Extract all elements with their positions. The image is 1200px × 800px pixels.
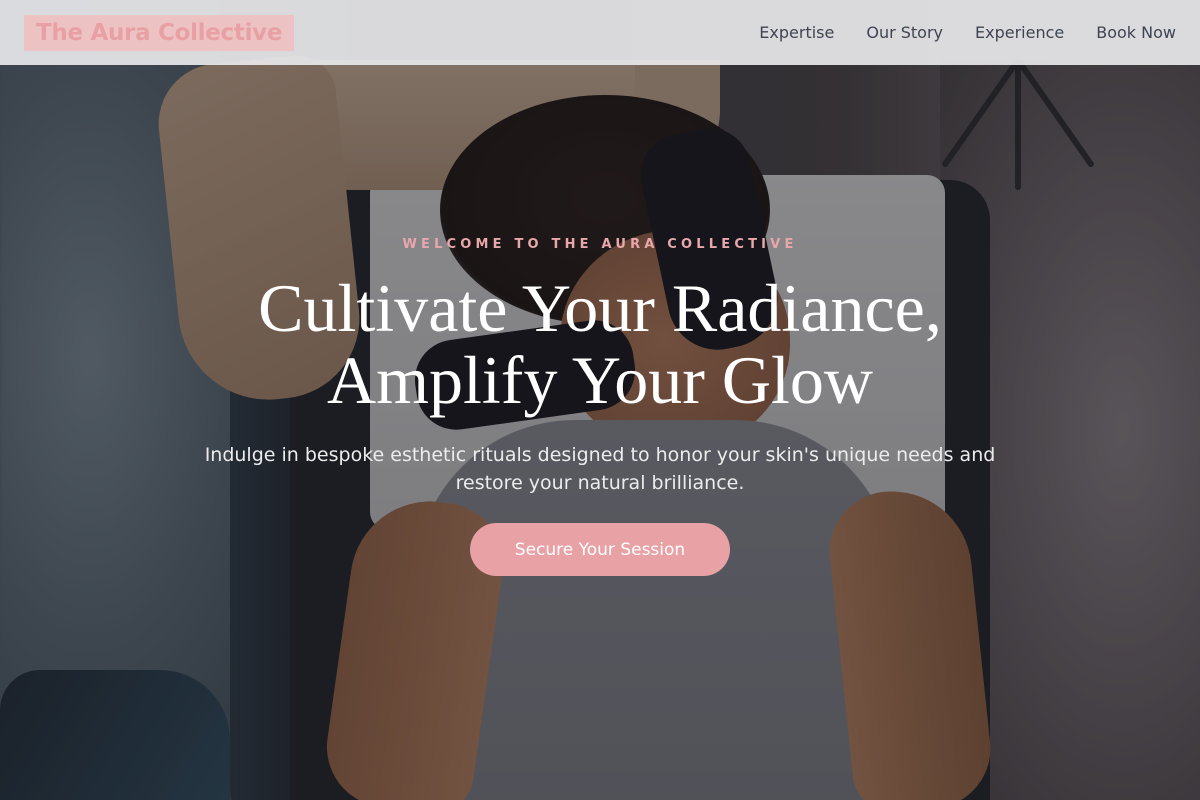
hero-headline-line-2: Amplify Your Glow (327, 342, 873, 418)
hero-headline: Cultivate Your Radiance, Amplify Your Gl… (0, 272, 1200, 416)
nav-link-our-story[interactable]: Our Story (866, 23, 943, 42)
site-logo[interactable]: The Aura Collective (24, 14, 295, 51)
nav-link-book-now[interactable]: Book Now (1096, 23, 1176, 42)
hero-eyebrow: WELCOME TO THE AURA COLLECTIVE (402, 237, 798, 252)
nav-link-experience[interactable]: Experience (975, 23, 1064, 42)
site-header: The Aura Collective Expertise Our Story … (0, 0, 1200, 65)
nav-link-expertise[interactable]: Expertise (759, 23, 834, 42)
hero-content: WELCOME TO THE AURA COLLECTIVE Cultivate… (0, 0, 1200, 800)
main-nav: Expertise Our Story Experience Book Now (759, 23, 1176, 42)
secure-session-button[interactable]: Secure Your Session (470, 523, 730, 576)
hero-subtext: Indulge in bespoke esthetic rituals desi… (204, 444, 996, 494)
hero-headline-line-1: Cultivate Your Radiance, (258, 270, 942, 346)
